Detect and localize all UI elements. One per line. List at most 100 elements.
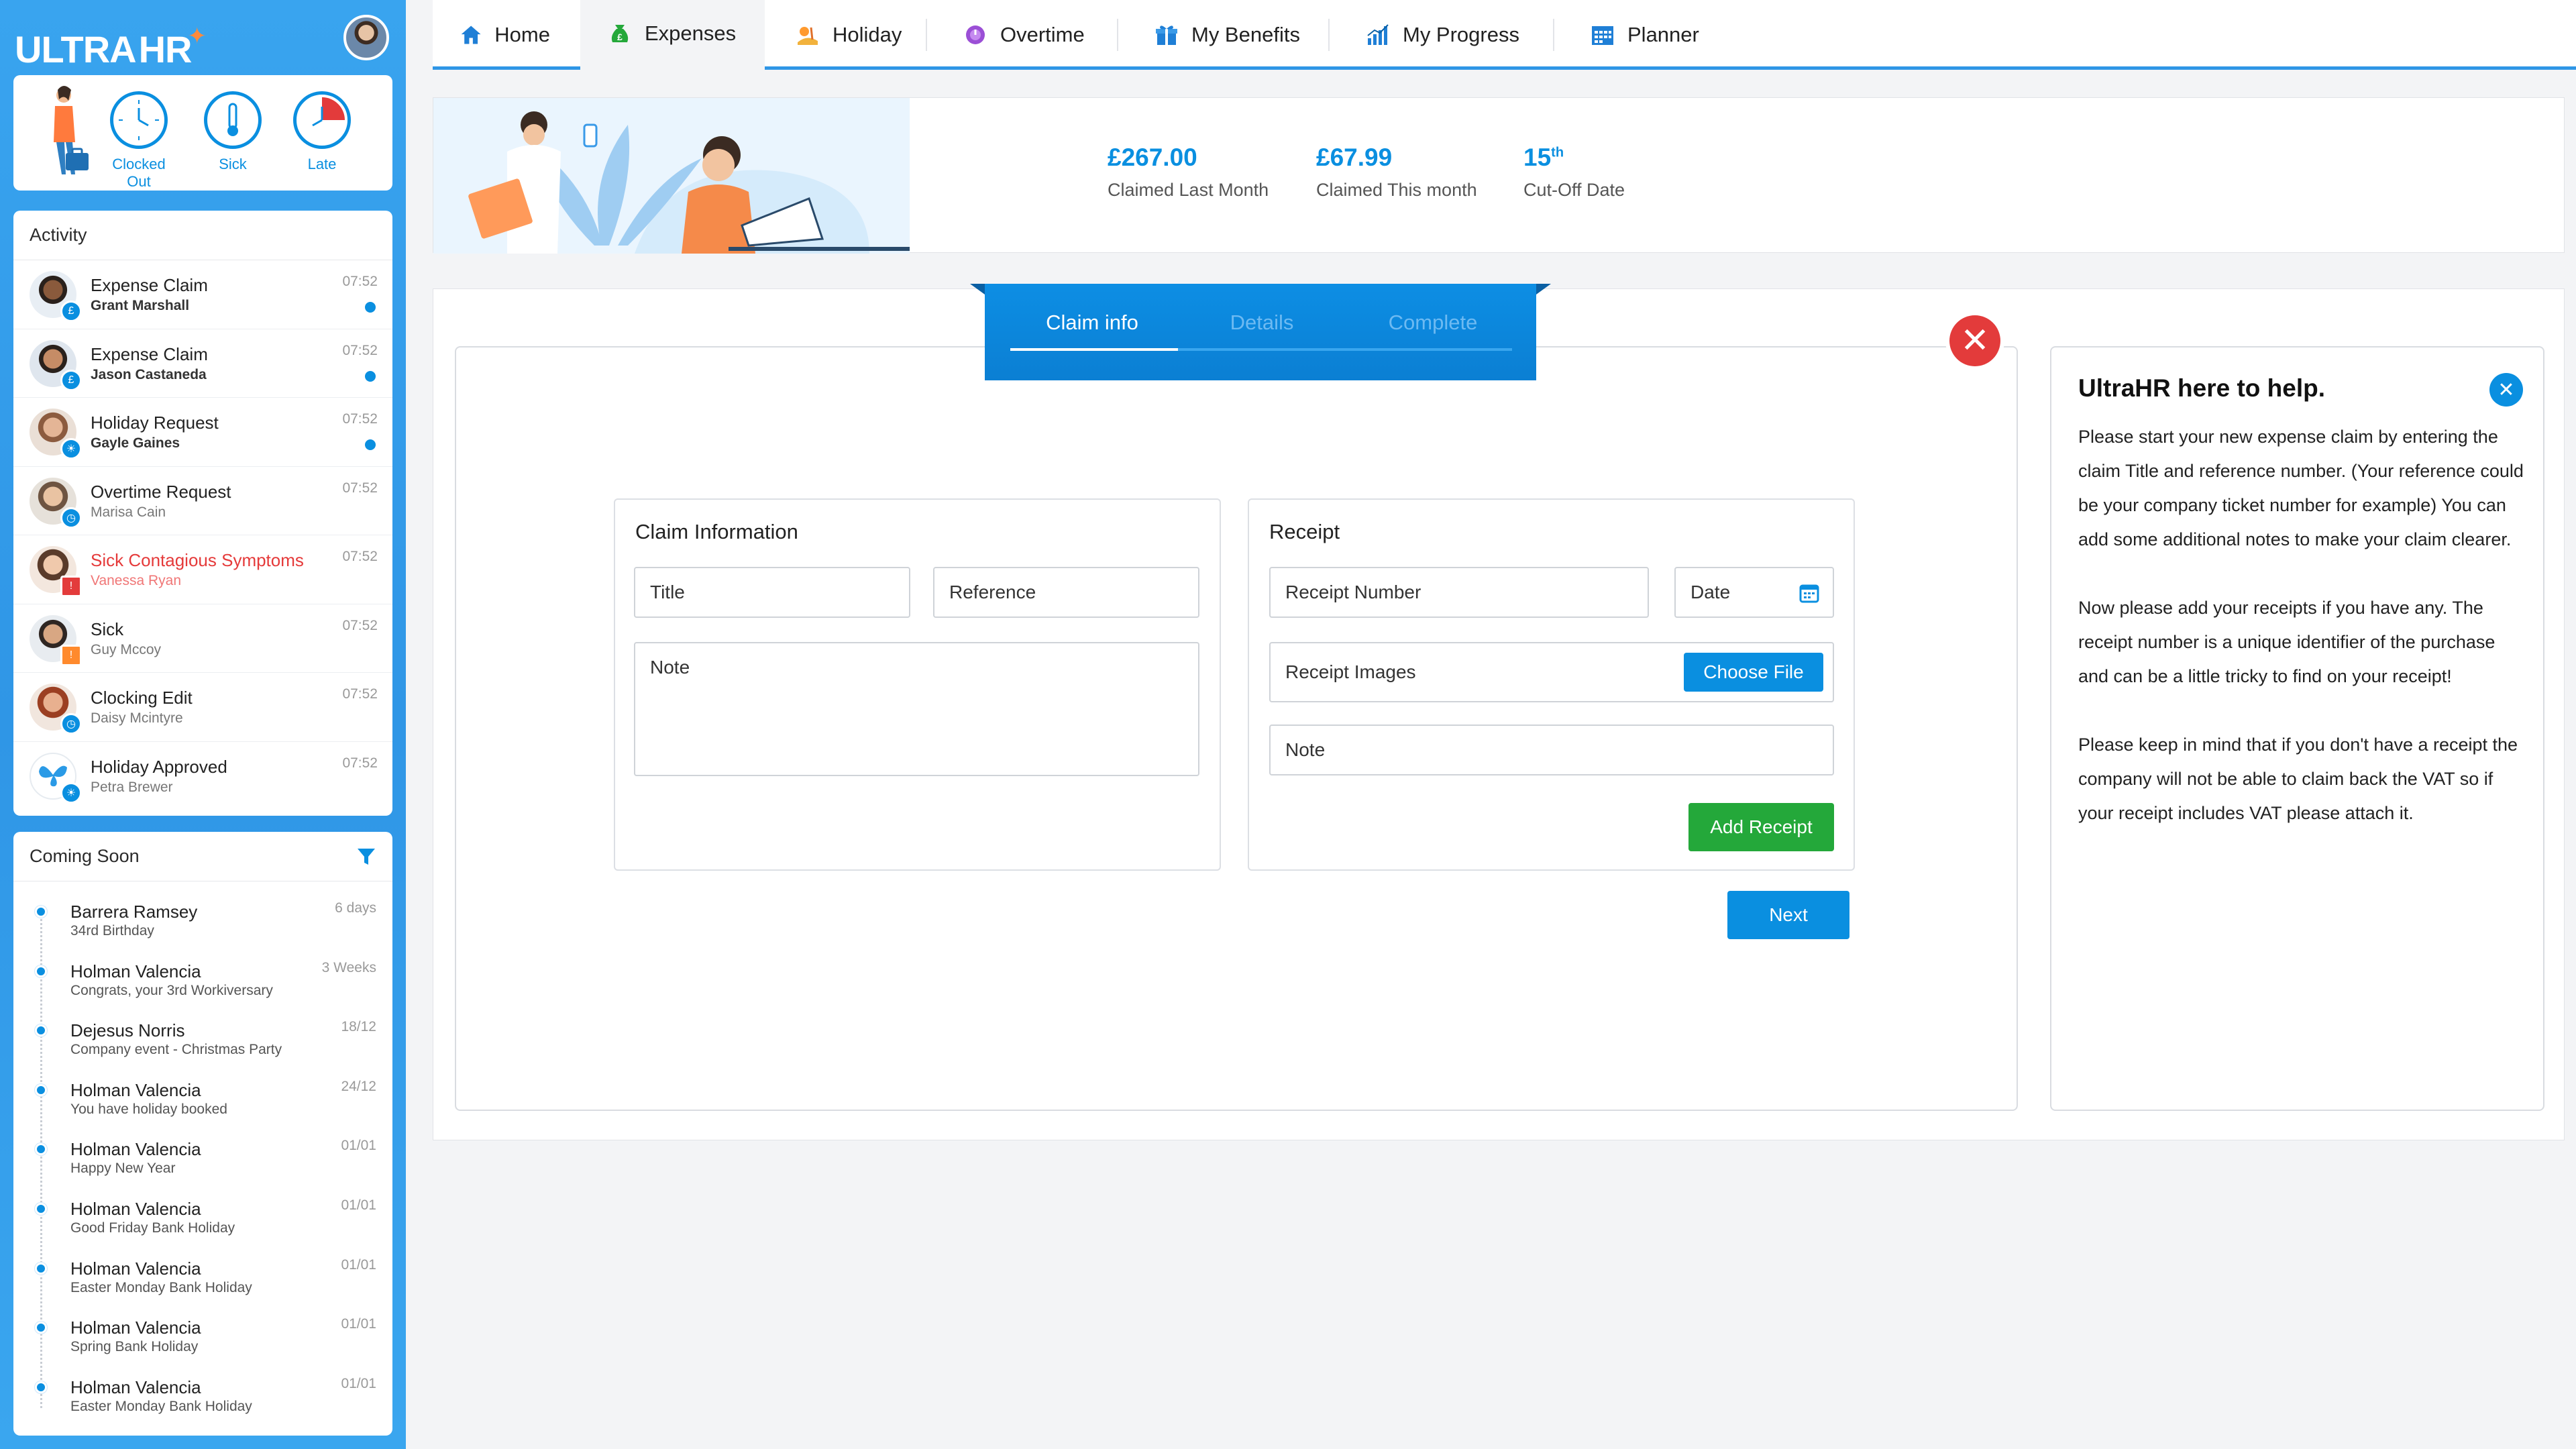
expense-icon: £	[60, 301, 82, 322]
list-item-name: Holman Valencia	[70, 1079, 201, 1100]
stat-value: £67.99	[1316, 144, 1393, 171]
calendar-icon	[1592, 26, 1613, 45]
tab-home[interactable]: Home	[433, 0, 577, 70]
list-item[interactable]: Holman Valencia Good Friday Bank Holiday 0…	[13, 1184, 392, 1244]
activity-item-title: Overtime Request	[91, 481, 231, 502]
status-label: Clocked Out	[112, 156, 166, 190]
status-label: Late	[307, 156, 337, 172]
help-paragraph: Please keep in mind that if you don't ha…	[2078, 735, 2518, 823]
activity-item[interactable]: ! Sick Guy Mccoy 07:52	[13, 604, 392, 673]
help-close-icon[interactable]: ✕	[2489, 373, 2523, 407]
status-late[interactable]: Late	[285, 91, 359, 173]
list-item-desc: You have holiday booked	[70, 1101, 227, 1117]
claim-note-textarea[interactable]: Note	[634, 642, 1199, 776]
holiday-icon: ☀	[60, 438, 82, 460]
claim-form: ✕ Claim Information Title Reference Note…	[455, 315, 2018, 1111]
expense-icon: £	[60, 369, 82, 391]
expenses-icon: £	[611, 24, 629, 42]
activity-item[interactable]: ◷ Overtime Request Marisa Cain 07:52	[13, 467, 392, 535]
calendar-icon[interactable]	[1799, 583, 1819, 603]
list-item[interactable]: Holman Valencia Easter Monday Bank Holida…	[13, 1244, 392, 1303]
unread-dot	[365, 302, 376, 313]
list-item[interactable]: Holman Valencia Congrats, your 3rd Workiv…	[13, 947, 392, 1006]
brand-hr: HR	[138, 28, 193, 70]
claim-reference-input[interactable]: Reference	[933, 567, 1199, 618]
claim-title-input[interactable]: Title	[634, 567, 910, 618]
list-item[interactable]: Holman Valencia Spring Bank Holiday 01/01	[13, 1303, 392, 1362]
activity-item[interactable]: ☀ Holiday Request Gayle Gaines 07:52	[13, 398, 392, 467]
tab-label: Expenses	[645, 21, 737, 45]
status-clocked-out[interactable]: Clocked Out	[102, 91, 176, 191]
filter-icon[interactable]	[356, 847, 376, 867]
activity-list: £ Expense Claim Grant Marshall 07:52 £ E…	[13, 260, 392, 810]
activity-item-time: 07:52	[342, 617, 378, 633]
list-item-name: Holman Valencia	[70, 1318, 201, 1338]
wizard-step-claim-info[interactable]: Claim info	[1008, 311, 1176, 335]
list-item[interactable]: Holman Valencia Easter Monday Bank Holida…	[13, 1362, 392, 1422]
list-item[interactable]: Dejesus Norris Company event - Christmas …	[13, 1006, 392, 1065]
late-clock-icon	[293, 91, 351, 149]
receipt-card: Receipt Receipt Number Date Receipt Imag…	[1248, 498, 1855, 871]
choose-file-button[interactable]: Choose File	[1684, 653, 1823, 692]
tab-my-progress[interactable]: My Progress	[1338, 0, 1553, 70]
next-button[interactable]: Next	[1727, 891, 1849, 939]
top-nav: Home £ Expenses Holiday Overtime My Bene…	[433, 0, 2576, 70]
activity-item[interactable]: £ Expense Claim Jason Castaneda 07:52	[13, 329, 392, 398]
activity-item-title: Holiday Request	[91, 413, 219, 433]
sparkle-icon: ✦	[187, 23, 206, 49]
overtime-icon: ◷	[60, 506, 82, 529]
tab-planner[interactable]: Planner	[1563, 0, 1737, 70]
list-item[interactable]: Holman Valencia Happy New Year 01/01	[13, 1124, 392, 1184]
tab-my-benefits[interactable]: My Benefits	[1127, 0, 1328, 70]
overtime-icon	[966, 25, 985, 44]
list-item[interactable]: Barrera Ramsey 34rd Birthday 6 days	[13, 887, 392, 947]
receipt-number-input[interactable]: Receipt Number	[1269, 567, 1649, 618]
claim-information-heading: Claim Information	[635, 520, 798, 543]
unread-dot	[365, 439, 376, 450]
activity-item[interactable]: ◷ Clocking Edit Daisy Mcintyre 07:52	[13, 673, 392, 742]
gift-icon	[1156, 25, 1177, 45]
clock-icon	[110, 91, 168, 149]
wizard-steps: Claim info Details Complete	[970, 284, 1551, 380]
coming-soon-header: Coming Soon	[13, 832, 392, 881]
list-item-desc: Congrats, your 3rd Workiversary	[70, 982, 273, 998]
wizard-step-complete[interactable]: Complete	[1349, 311, 1517, 335]
help-paragraph: Please start your new expense claim by e…	[2078, 427, 2524, 549]
list-item-desc: Easter Monday Bank Holiday	[70, 1398, 252, 1414]
list-item-name: Holman Valencia	[70, 1139, 201, 1160]
receipt-date-input[interactable]: Date	[1674, 567, 1834, 618]
tab-overtime[interactable]: Overtime	[936, 0, 1117, 70]
stat-claimed-this-month: £67.99 Claimed This month	[1316, 144, 1477, 201]
activity-item[interactable]: £ Expense Claim Grant Marshall 07:52	[13, 260, 392, 329]
activity-item-title: Sick	[91, 619, 124, 639]
tab-separator	[926, 19, 927, 51]
add-receipt-button[interactable]: Add Receipt	[1688, 803, 1834, 851]
list-item-when: 24/12	[341, 1078, 376, 1094]
activity-item-time: 07:52	[342, 755, 378, 771]
timeline-dot	[35, 1202, 47, 1215]
tab-expenses[interactable]: £ Expenses	[580, 0, 765, 70]
close-icon[interactable]: ✕	[1949, 315, 2000, 366]
timeline-dot	[35, 1143, 47, 1156]
activity-item-title: Expense Claim	[91, 275, 208, 295]
list-item-name: Holman Valencia	[70, 1377, 201, 1397]
list-item[interactable]: Holman Valencia You have holiday booked 24…	[13, 1065, 392, 1125]
timeline-dot	[35, 1381, 47, 1393]
holiday-icon: ☀	[60, 782, 82, 804]
wizard-step-details[interactable]: Details	[1178, 311, 1346, 335]
status-label: Sick	[219, 156, 247, 172]
brand-logo[interactable]: ULTRA HR ✦	[15, 19, 207, 79]
list-item-when: 18/12	[341, 1019, 376, 1035]
receipt-note-input[interactable]: Note	[1269, 724, 1834, 775]
brand-ultra: ULTRA	[15, 28, 137, 70]
activity-item[interactable]: ☀ Holiday Approved Petra Brewer 07:52	[13, 742, 392, 811]
status-sick[interactable]: Sick	[196, 91, 270, 173]
tab-holiday[interactable]: Holiday	[768, 0, 936, 70]
help-paragraph: Now please add your receipts if you have…	[2078, 598, 2496, 686]
activity-item[interactable]: ! Sick Contagious Symptoms Vanessa Ryan …	[13, 535, 392, 604]
coming-soon-panel: Coming Soon Barrera Ramsey 34rd Birthday 6…	[13, 832, 392, 1436]
help-panel: UltraHR here to help. ✕ Please start you…	[2050, 346, 2544, 1111]
activity-item-title: Clocking Edit	[91, 688, 193, 708]
activity-item-name: Jason Castaneda	[91, 366, 207, 382]
user-avatar[interactable]	[343, 15, 389, 60]
